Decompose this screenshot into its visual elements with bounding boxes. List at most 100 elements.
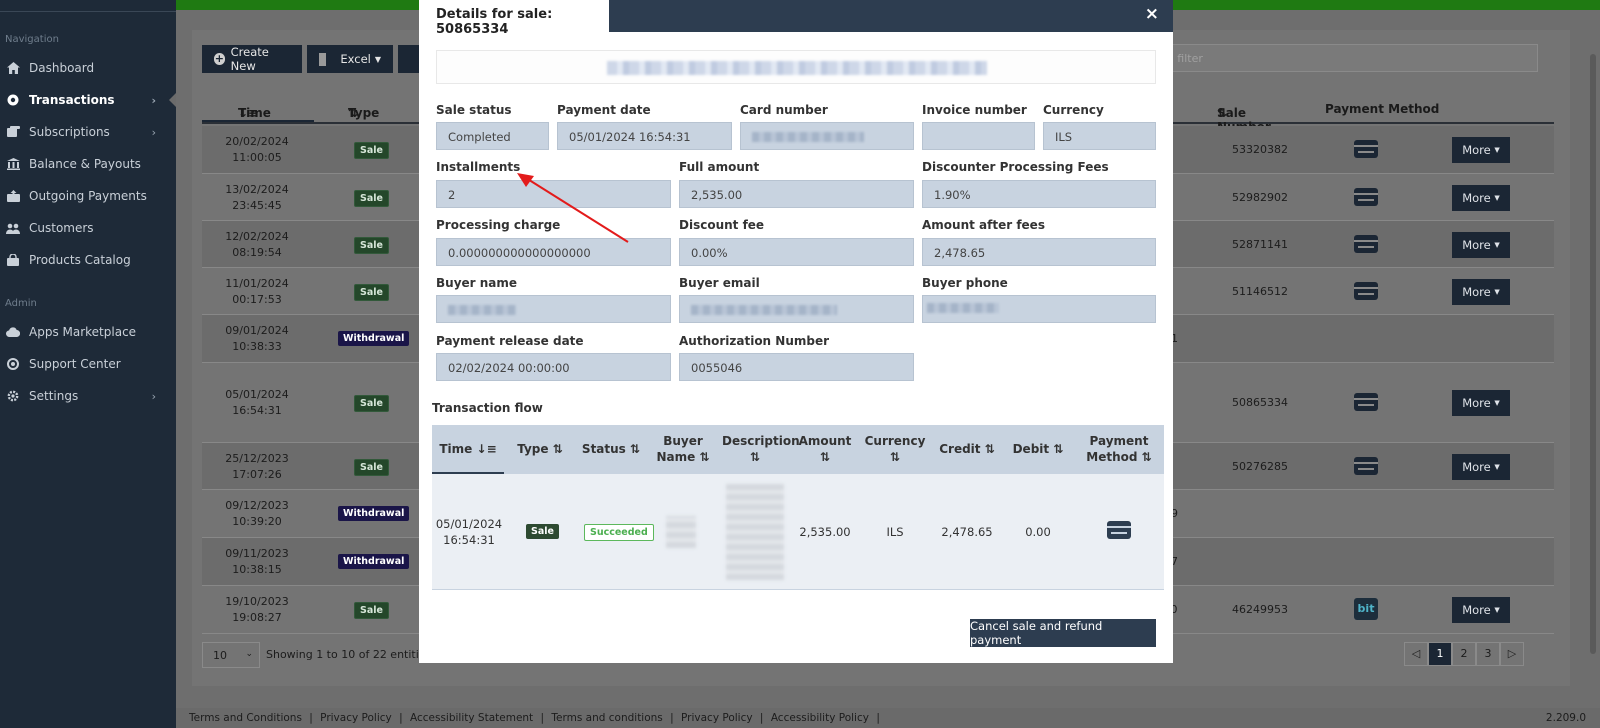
currency-field[interactable]: ILS xyxy=(1043,122,1156,150)
authorization-number-field[interactable]: 0055046 xyxy=(679,353,914,381)
caret-down-icon: ▼ xyxy=(1494,288,1500,296)
full-amount-field[interactable]: 2,535.00 xyxy=(679,180,914,208)
more-button[interactable]: More ▼ xyxy=(1452,279,1510,305)
more-button[interactable]: More ▼ xyxy=(1452,454,1510,480)
sidebar-item-subscriptions[interactable]: Subscriptions › xyxy=(0,116,176,148)
type-badge: Withdrawal xyxy=(338,331,410,346)
sort-icon: ⇅ xyxy=(889,450,901,464)
footer-link-privacy[interactable]: Privacy Policy xyxy=(320,712,392,724)
footer: Terms and Conditions | Privacy Policy | … xyxy=(176,708,1600,728)
pagination-page[interactable]: 3 xyxy=(1476,642,1500,666)
sort-icon: ⇅ xyxy=(1053,442,1064,456)
caret-down-icon: ▼ xyxy=(1494,194,1500,202)
sale-status-field[interactable]: Completed xyxy=(436,122,549,150)
pagination-page[interactable]: 2 xyxy=(1452,642,1476,666)
excel-label: Excel xyxy=(340,52,371,66)
flow-col-buyer-name[interactable]: Buyer Name ⇅ xyxy=(652,433,714,465)
create-new-button[interactable]: + Create New xyxy=(202,45,302,73)
caret-down-icon: ▼ xyxy=(1494,241,1500,249)
sidebar-item-support-center[interactable]: Support Center xyxy=(0,348,176,380)
flow-col-credit[interactable]: Credit ⇅ xyxy=(934,441,1000,457)
flow-table-row[interactable]: 05/01/2024 16:54:31 Sale Succeeded 2,535.… xyxy=(432,474,1164,590)
col-payment-method[interactable]: Payment Method xyxy=(1325,102,1439,116)
card-number-field[interactable] xyxy=(740,122,914,150)
credit-card-icon xyxy=(1354,235,1378,253)
gear-icon xyxy=(5,388,21,404)
page-scrollbar[interactable] xyxy=(1590,54,1596,654)
flow-col-description[interactable]: Description ⇅ xyxy=(722,433,800,465)
sort-icon: ⇅ xyxy=(348,106,359,120)
flow-col-description-label: Description xyxy=(722,434,800,448)
flow-col-method-label: Method xyxy=(1086,450,1138,464)
sort-icon: ⇅ xyxy=(819,450,831,464)
flow-col-amount[interactable]: Amount ⇅ xyxy=(796,433,854,465)
row-date: 12/02/2024 xyxy=(225,230,289,243)
sidebar-item-dashboard[interactable]: Dashboard xyxy=(0,52,176,84)
plus-circle-icon: + xyxy=(214,52,225,65)
sort-icon: ⇅ xyxy=(1141,450,1152,464)
invoice-number-field[interactable] xyxy=(922,122,1035,150)
caret-down-icon: ▼ xyxy=(1494,463,1500,471)
outgoing-icon xyxy=(5,188,21,204)
footer-link-privacy-policy[interactable]: Privacy Policy xyxy=(681,712,753,724)
row-time: 25/12/2023 17:07:26 xyxy=(202,451,312,483)
sidebar-item-settings[interactable]: Settings › xyxy=(0,380,176,412)
type-badge: Sale xyxy=(354,190,389,207)
flow-status-badge: Succeeded xyxy=(584,524,654,541)
sidebar-item-customers[interactable]: Customers xyxy=(0,212,176,244)
pagination-prev[interactable]: ◁ xyxy=(1404,642,1428,666)
modal-title: Details for sale: 50865334 xyxy=(419,0,609,37)
redacted-text xyxy=(448,305,516,315)
discounter-fees-field[interactable]: 1.90% xyxy=(922,180,1156,208)
more-button[interactable]: More ▼ xyxy=(1452,137,1510,163)
cancel-sale-refund-button[interactable]: Cancel sale and refund payment xyxy=(970,619,1156,647)
more-button[interactable]: More ▼ xyxy=(1452,597,1510,623)
footer-link-terms[interactable]: Terms and Conditions xyxy=(189,712,302,724)
excel-button[interactable]: Excel ▼ xyxy=(307,45,393,73)
more-label: More xyxy=(1462,191,1491,205)
flow-col-debit[interactable]: Debit ⇅ xyxy=(1008,441,1068,457)
more-label: More xyxy=(1462,396,1491,410)
discount-fee-field[interactable]: 0.00% xyxy=(679,238,914,266)
flow-col-payment-method[interactable]: Payment Method ⇅ xyxy=(1076,433,1162,465)
footer-link-accessibility-statement[interactable]: Accessibility Statement xyxy=(410,712,533,724)
buyer-name-field[interactable] xyxy=(436,295,671,323)
transaction-flow-title: Transaction flow xyxy=(432,401,543,415)
buyer-email-field[interactable] xyxy=(679,295,914,323)
type-badge: Withdrawal xyxy=(338,554,410,569)
pagination-next[interactable]: ▷ xyxy=(1500,642,1524,666)
amount-after-fees-field[interactable]: 2,478.65 xyxy=(922,238,1156,266)
flow-col-time[interactable]: Time ↓≡ xyxy=(432,441,504,457)
row-date: 09/12/2023 xyxy=(225,499,289,512)
close-icon[interactable]: × xyxy=(1145,4,1159,24)
currency-label: Currency xyxy=(1043,103,1104,117)
redacted-text xyxy=(691,305,837,315)
buyer-phone-field[interactable] xyxy=(922,295,1156,323)
more-button[interactable]: More ▼ xyxy=(1452,390,1510,416)
row-clock: 17:07:26 xyxy=(232,468,282,481)
row-time: 13/02/2024 23:45:45 xyxy=(202,182,312,214)
more-button[interactable]: More ▼ xyxy=(1452,232,1510,258)
footer-link-terms-conditions[interactable]: Terms and conditions xyxy=(551,712,662,724)
flow-col-currency[interactable]: Currency ⇅ xyxy=(864,433,926,465)
sidebar-item-balance-payouts[interactable]: Balance & Payouts xyxy=(0,148,176,180)
chevron-right-icon: › xyxy=(151,93,156,107)
sidebar-item-outgoing-payments[interactable]: Outgoing Payments xyxy=(0,180,176,212)
sidebar: Navigation Dashboard Transactions › Subs… xyxy=(0,0,176,728)
redacted-banner xyxy=(436,50,1156,84)
payment-release-date-field[interactable]: 02/02/2024 00:00:00 xyxy=(436,353,671,381)
flow-col-type[interactable]: Type ⇅ xyxy=(510,441,570,457)
more-button[interactable]: More ▼ xyxy=(1452,185,1510,211)
footer-link-accessibility-policy[interactable]: Accessibility Policy xyxy=(771,712,869,724)
sidebar-item-transactions[interactable]: Transactions › xyxy=(0,84,176,116)
row-date: 05/01/2024 xyxy=(225,388,289,401)
payment-date-field[interactable]: 05/01/2024 16:54:31 xyxy=(557,122,732,150)
sidebar-item-apps-marketplace[interactable]: Apps Marketplace xyxy=(0,316,176,348)
sidebar-item-products-catalog[interactable]: Products Catalog xyxy=(0,244,176,276)
pagination-page[interactable]: 1 xyxy=(1428,642,1452,666)
row-sale-number: 52871141 xyxy=(1232,238,1288,251)
page-size-select[interactable]: 10 ⌄ xyxy=(202,642,260,668)
global-filter-input[interactable]: al filter xyxy=(1153,44,1538,72)
flow-col-status[interactable]: Status ⇅ xyxy=(578,441,644,457)
credit-card-icon xyxy=(1107,521,1131,539)
